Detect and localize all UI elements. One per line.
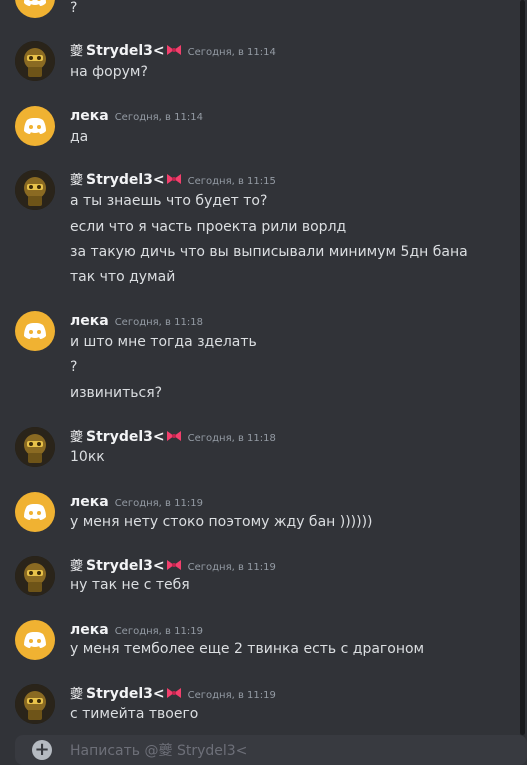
discord-avatar-icon[interactable] <box>15 620 55 660</box>
message-text: да <box>70 129 89 145</box>
message-text: ну так не с тебя <box>70 577 190 593</box>
flag-glyph: 夔 <box>70 687 84 702</box>
message-text: за такую дичь что вы выписывали минимум … <box>70 244 468 260</box>
timestamp: Сегодня, в 11:19 <box>187 562 276 573</box>
message-text: у меня нету стоко поэтому жду бан )))))) <box>70 514 373 530</box>
scrollbar-thumb[interactable] <box>520 0 525 735</box>
message-text: ? <box>70 0 78 16</box>
flag-glyph: 夔 <box>70 559 84 574</box>
message-text: у меня темболее еще 2 твинка есть с драг… <box>70 641 425 657</box>
chat-message-list[interactable]: ? 夔 Strydel3< Сегодня, в 11:14 на форум? л… <box>0 0 520 750</box>
author-line: 夔 Strydel3< Сегодня, в 11:19 <box>70 683 276 703</box>
author-name[interactable]: Strydel3< <box>86 172 165 188</box>
author-name[interactable]: лека <box>70 108 109 124</box>
author-name[interactable]: лека <box>70 494 109 510</box>
bow-icon <box>166 688 181 698</box>
bow-icon <box>166 45 181 55</box>
author-name[interactable]: Strydel3< <box>86 686 165 702</box>
message-text: 10кк <box>70 449 105 465</box>
message-input-placeholder[interactable]: Написать @夔 Strydel3< <box>70 740 247 760</box>
discord-avatar-icon[interactable] <box>15 492 55 532</box>
message-composer[interactable]: + Написать @夔 Strydel3< <box>15 735 527 765</box>
message-text: если что я часть проекта рили ворлд <box>70 219 347 235</box>
author-line: 夔 Strydel3< Сегодня, в 11:14 <box>70 40 276 60</box>
author-line: 夔 Strydel3< Сегодня, в 11:15 <box>70 169 276 189</box>
author-name[interactable]: Strydel3< <box>86 43 165 59</box>
message-text: извиниться? <box>70 385 163 401</box>
bow-icon <box>166 431 181 441</box>
robot-avatar-icon[interactable] <box>15 684 55 724</box>
author-line: лека Сегодня, в 11:14 <box>70 105 203 125</box>
author-name[interactable]: лека <box>70 622 109 638</box>
author-name[interactable]: Strydel3< <box>86 429 165 445</box>
timestamp: Сегодня, в 11:19 <box>187 690 276 701</box>
plus-icon[interactable]: + <box>32 740 52 760</box>
message-text: на форум? <box>70 64 148 80</box>
flag-glyph: 夔 <box>70 173 84 188</box>
robot-avatar-icon[interactable] <box>15 41 55 81</box>
bow-icon <box>166 174 181 184</box>
message-text: ? <box>70 359 78 375</box>
message-text: а ты знаешь что будет то? <box>70 193 268 209</box>
message-text: с тимейта твоего <box>70 706 199 722</box>
timestamp: Сегодня, в 11:19 <box>114 626 203 637</box>
author-line: лека Сегодня, в 11:19 <box>70 619 203 639</box>
author-name[interactable]: Strydel3< <box>86 558 165 574</box>
discord-avatar-icon[interactable] <box>15 0 55 18</box>
author-line: лека Сегодня, в 11:19 <box>70 491 203 511</box>
author-line: лека Сегодня, в 11:18 <box>70 310 203 330</box>
robot-avatar-icon[interactable] <box>15 427 55 467</box>
timestamp: Сегодня, в 11:14 <box>114 112 203 123</box>
discord-avatar-icon[interactable] <box>15 106 55 146</box>
author-line: 夔 Strydel3< Сегодня, в 11:18 <box>70 426 276 446</box>
timestamp: Сегодня, в 11:19 <box>114 498 203 509</box>
author-name[interactable]: лека <box>70 313 109 329</box>
flag-glyph: 夔 <box>70 430 84 445</box>
author-line: 夔 Strydel3< Сегодня, в 11:19 <box>70 555 276 575</box>
discord-avatar-icon[interactable] <box>15 311 55 351</box>
timestamp: Сегодня, в 11:18 <box>187 433 276 444</box>
robot-avatar-icon[interactable] <box>15 556 55 596</box>
timestamp: Сегодня, в 11:14 <box>187 47 276 58</box>
message-text: и што мне тогда зделать <box>70 334 257 350</box>
message-text: так что думай <box>70 269 176 285</box>
robot-avatar-icon[interactable] <box>15 170 55 210</box>
flag-glyph: 夔 <box>70 44 84 59</box>
timestamp: Сегодня, в 11:15 <box>187 176 276 187</box>
bow-icon <box>166 560 181 570</box>
timestamp: Сегодня, в 11:18 <box>114 317 203 328</box>
